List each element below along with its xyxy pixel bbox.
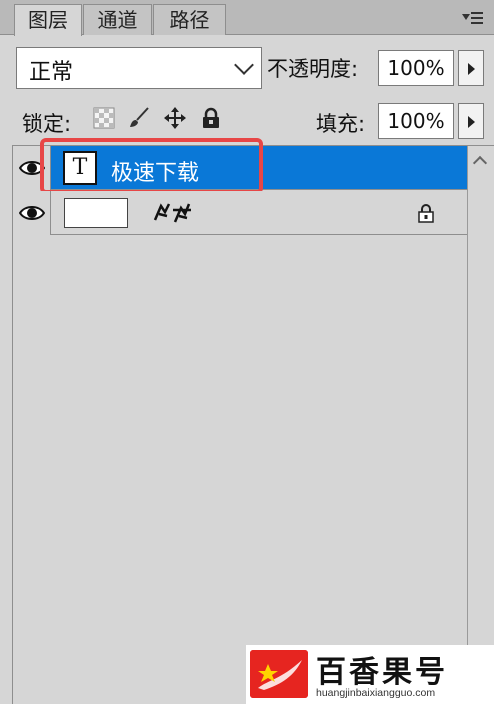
opacity-slider-button[interactable] bbox=[458, 50, 484, 86]
tab-channels[interactable]: 通道 bbox=[83, 4, 152, 35]
blend-mode-value: 正常 bbox=[29, 60, 74, 85]
scroll-up-icon[interactable] bbox=[472, 155, 488, 171]
lock-position-icon[interactable] bbox=[163, 106, 187, 130]
red-highlight-box bbox=[40, 138, 263, 194]
triangle-right-icon bbox=[468, 63, 475, 75]
triangle-right-icon bbox=[468, 116, 475, 128]
layer-row-text[interactable]: T 极速下载 bbox=[13, 138, 468, 194]
lock-all-icon[interactable] bbox=[199, 106, 223, 130]
watermark-url: huangjinbaixiangguo.com bbox=[316, 687, 436, 699]
fill-label: 填充: bbox=[316, 112, 366, 136]
watermark-title: 百香果号 bbox=[316, 655, 448, 690]
layer-row-background[interactable] bbox=[13, 191, 468, 235]
lock-label: 锁定: bbox=[22, 112, 72, 136]
layer-visibility-toggle[interactable] bbox=[13, 191, 51, 235]
layers-list: T 极速下载 bbox=[12, 138, 494, 704]
tab-paths[interactable]: 路径 bbox=[153, 4, 226, 35]
panel-menu-icon[interactable] bbox=[462, 10, 484, 26]
opacity-label: 不透明度: bbox=[267, 57, 359, 81]
layer-lock-icon bbox=[418, 204, 434, 223]
fill-slider-button[interactable] bbox=[458, 103, 484, 139]
background-layer-thumbnail bbox=[64, 198, 128, 228]
layers-scrollbar[interactable] bbox=[467, 146, 494, 704]
eye-icon bbox=[19, 206, 45, 220]
watermark: 百香果号 huangjinbaixiangguo.com bbox=[246, 645, 494, 704]
tab-layers[interactable]: 图层 bbox=[14, 4, 82, 36]
watermark-logo-icon bbox=[250, 650, 308, 698]
layer-style-effects-icon[interactable] bbox=[151, 200, 193, 226]
blend-mode-select[interactable]: 正常 bbox=[16, 47, 262, 89]
fill-input[interactable]: 100% bbox=[378, 103, 454, 139]
opacity-input[interactable]: 100% bbox=[378, 50, 454, 86]
lock-image-pixels-icon[interactable] bbox=[127, 106, 151, 130]
chevron-down-icon bbox=[234, 55, 254, 75]
panel-tab-bar: 图层 通道 路径 bbox=[0, 0, 494, 36]
lock-transparent-pixels-icon[interactable] bbox=[92, 106, 116, 130]
